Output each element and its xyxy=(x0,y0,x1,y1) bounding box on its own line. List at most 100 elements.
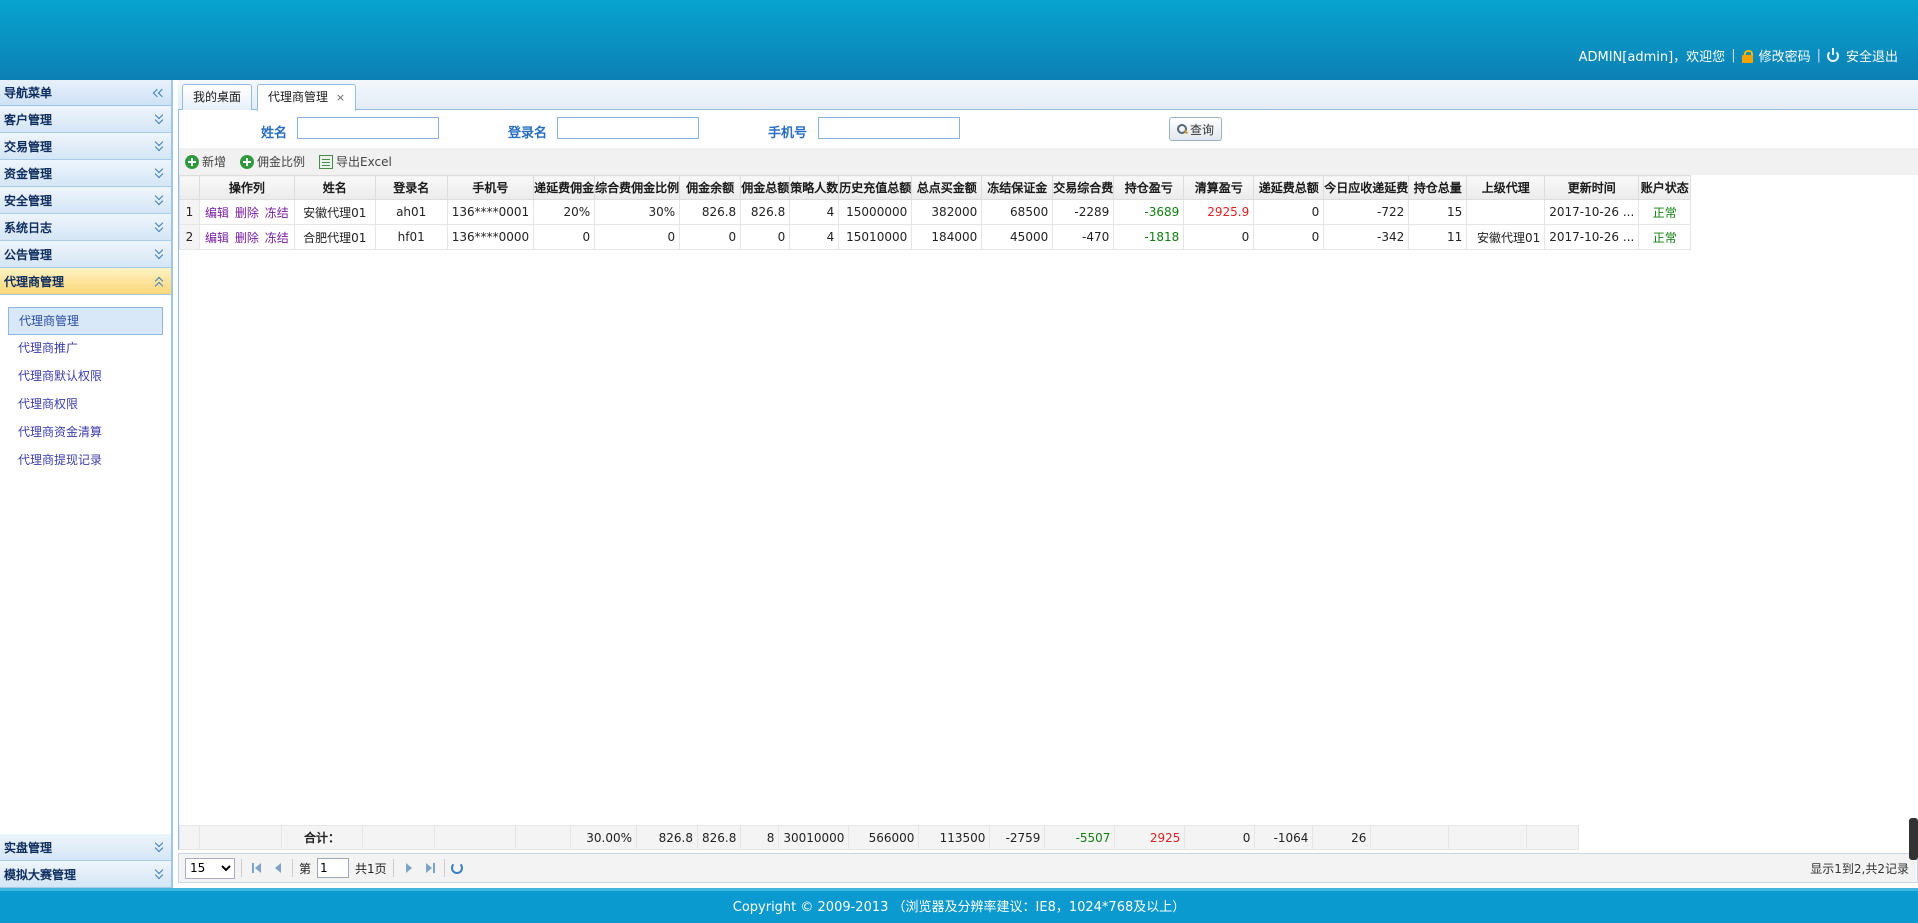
logout-link[interactable]: 安全退出 xyxy=(1846,46,1898,65)
sidebar-group-label: 公告管理 xyxy=(4,247,53,262)
sidebar-group-agent[interactable]: 代理商管理 xyxy=(0,268,171,295)
sidebar-item-agent-settlement[interactable]: 代理商资金清算 xyxy=(8,419,163,447)
column-header[interactable]: 上级代理 xyxy=(1466,175,1546,200)
sidebar-group-contest[interactable]: 模拟大赛管理 xyxy=(0,861,171,888)
summary-cell xyxy=(179,825,200,850)
lock-icon xyxy=(1741,49,1753,63)
column-header[interactable]: 交易综合费 xyxy=(1052,175,1115,200)
column-header[interactable]: 姓名 xyxy=(293,175,376,200)
page-number-input[interactable] xyxy=(317,858,350,878)
freeze-link[interactable]: 冻结 xyxy=(265,206,289,220)
delete-link[interactable]: 删除 xyxy=(235,206,259,220)
sidebar-item-agent-permission[interactable]: 代理商权限 xyxy=(8,391,163,419)
sidebar-group-syslog[interactable]: 系统日志 xyxy=(0,214,171,241)
expand-down-icon xyxy=(153,113,165,125)
search-icon xyxy=(1176,123,1188,135)
summary-label: 合计： xyxy=(281,825,363,850)
row-number: 2 xyxy=(179,224,200,250)
column-header[interactable]: 总点买金额 xyxy=(911,175,983,200)
sidebar-group-label: 模拟大赛管理 xyxy=(4,867,77,882)
column-header[interactable]: 佣金余额 xyxy=(679,175,742,200)
column-header[interactable]: 持仓总量 xyxy=(1408,175,1468,200)
column-header[interactable]: 操作列 xyxy=(199,175,295,200)
freeze-link[interactable]: 冻结 xyxy=(265,231,289,245)
tab-close-icon[interactable]: × xyxy=(336,91,345,104)
refresh-icon[interactable] xyxy=(450,862,463,874)
cell-buy-total: 382000 xyxy=(911,199,983,225)
prev-page-icon[interactable] xyxy=(270,860,286,876)
column-header[interactable]: 手机号 xyxy=(446,175,535,200)
last-page-icon[interactable] xyxy=(422,860,438,876)
search-bar: 姓名 登录名 手机号 查询 xyxy=(178,110,1918,148)
column-header[interactable]: 更新时间 xyxy=(1544,175,1640,200)
summary-buy-total: 566000 xyxy=(848,825,920,850)
row-number: 1 xyxy=(179,199,200,225)
summary-cell xyxy=(362,825,435,850)
summary-strategies: 8 xyxy=(740,825,780,850)
sidebar-group-real-trading[interactable]: 实盘管理 xyxy=(0,834,171,861)
page-size-select[interactable]: 15 xyxy=(185,857,235,879)
sidebar-group-funds[interactable]: 资金管理 xyxy=(0,160,171,187)
nav-menu-title: 导航菜单 xyxy=(0,80,171,106)
add-button[interactable]: 新增 xyxy=(185,153,226,170)
cell-frozen-margin: 45000 xyxy=(981,224,1054,250)
column-header[interactable]: 递延费总额 xyxy=(1253,175,1325,200)
first-page-icon[interactable] xyxy=(248,860,264,876)
sidebar-bottom-groups: 实盘管理 模拟大赛管理 xyxy=(0,834,171,888)
column-header[interactable]: 冻结保证金 xyxy=(981,175,1054,200)
collapse-left-icon[interactable] xyxy=(151,87,165,99)
sidebar-group-label: 交易管理 xyxy=(4,139,53,154)
login-name-input[interactable] xyxy=(557,117,699,139)
column-header[interactable]: 持仓盈亏 xyxy=(1113,175,1185,200)
sidebar-item-agent-default-permission[interactable]: 代理商默认权限 xyxy=(8,363,163,391)
cell-name: 合肥代理01 xyxy=(293,224,376,250)
phone-input[interactable] xyxy=(818,117,960,139)
column-header[interactable]: 登录名 xyxy=(374,175,448,200)
export-excel-label: 导出Excel xyxy=(336,155,392,169)
column-header-rownum xyxy=(179,175,200,200)
summary-row: 合计： 30.00% 826.8 826.8 8 30010000 566000… xyxy=(179,825,1580,850)
tab-my-desktop[interactable]: 我的桌面 xyxy=(182,84,253,110)
summary-commission-balance: 826.8 xyxy=(636,825,698,850)
column-header[interactable]: 历史充值总额 xyxy=(838,175,913,200)
edit-link[interactable]: 编辑 xyxy=(205,206,229,220)
cell-position-pl: -3689 xyxy=(1113,199,1185,225)
cell-trade-fee: -2289 xyxy=(1052,199,1115,225)
column-header[interactable]: 递延费佣金 xyxy=(533,175,596,200)
tab-agent-management[interactable]: 代理商管理 × xyxy=(257,84,357,111)
column-header[interactable]: 今日应收递延费 xyxy=(1323,175,1410,200)
add-icon xyxy=(185,154,199,169)
sidebar-group-notice[interactable]: 公告管理 xyxy=(0,241,171,268)
column-header[interactable]: 佣金总额 xyxy=(740,175,791,200)
sidebar-group-customer[interactable]: 客户管理 xyxy=(0,106,171,133)
excel-icon xyxy=(319,154,334,169)
query-button[interactable]: 查询 xyxy=(1169,117,1222,141)
name-input[interactable] xyxy=(297,117,439,139)
column-header[interactable]: 策略人数 xyxy=(789,175,840,200)
name-label: 姓名 xyxy=(261,126,288,141)
edit-link[interactable]: 编辑 xyxy=(205,231,229,245)
sidebar-item-agent-withdrawal[interactable]: 代理商提现记录 xyxy=(8,447,163,475)
change-password-link[interactable]: 修改密码 xyxy=(1759,46,1811,65)
scrollbar-handle[interactable] xyxy=(1909,818,1918,860)
cell-settlement-pl: 0 xyxy=(1183,224,1255,250)
delete-link[interactable]: 删除 xyxy=(235,231,259,245)
top-header: ADMIN[admin]，欢迎您 | 修改密码 | 安全退出 xyxy=(0,0,1918,80)
column-header[interactable]: 账户状态 xyxy=(1638,175,1692,200)
table-row[interactable]: 1 编辑 删除 冻结 安徽代理01 ah01 136****0001 20% 3… xyxy=(179,199,1692,225)
next-page-icon[interactable] xyxy=(400,860,416,876)
action-cell: 编辑 删除 冻结 xyxy=(199,224,295,250)
table-row[interactable]: 2 编辑 删除 冻结 合肥代理01 hf01 136****0000 0 0 0… xyxy=(179,224,1692,250)
column-header[interactable]: 清算盈亏 xyxy=(1183,175,1255,200)
sidebar-item-agent-promotion[interactable]: 代理商推广 xyxy=(8,335,163,363)
commission-ratio-button[interactable]: 佣金比例 xyxy=(240,153,305,170)
page-total: 共1页 xyxy=(355,861,387,876)
cell-updated-time: 2017-10-26 ... xyxy=(1544,224,1640,250)
export-excel-button[interactable]: 导出Excel xyxy=(319,153,392,170)
column-header[interactable]: 综合费佣金比例 xyxy=(594,175,681,200)
sidebar-group-security[interactable]: 安全管理 xyxy=(0,187,171,214)
collapse-up-icon xyxy=(153,275,165,287)
cell-today-deferral: -722 xyxy=(1323,199,1410,225)
sidebar-group-trade[interactable]: 交易管理 xyxy=(0,133,171,160)
sidebar-item-agent-management[interactable]: 代理商管理 xyxy=(8,307,163,335)
